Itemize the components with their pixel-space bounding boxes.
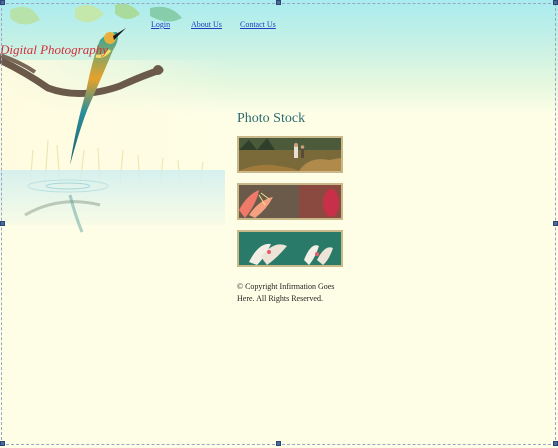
- resize-handle-top-left[interactable]: [0, 0, 5, 5]
- resize-handle-middle-left[interactable]: [0, 221, 5, 226]
- nav-link-login[interactable]: Login: [151, 20, 170, 29]
- hikers-photo-icon: [239, 138, 341, 171]
- site-title: Digital Photography: [0, 42, 108, 57]
- photo-thumbnail-white-flowers[interactable]: [237, 230, 343, 267]
- photo-thumbnail-lily[interactable]: [237, 183, 343, 220]
- nav-link-about-us[interactable]: About Us: [191, 20, 222, 29]
- resize-handle-bottom-center[interactable]: [276, 441, 281, 446]
- nav-link-contact-us[interactable]: Contact Us: [240, 20, 276, 29]
- lily-photo-icon: [239, 185, 341, 218]
- resize-handle-top-right[interactable]: [553, 0, 558, 5]
- resize-handle-bottom-left[interactable]: [0, 441, 5, 446]
- top-nav: Login About Us Contact Us: [0, 20, 558, 34]
- copyright-text: © Copyright Infirmation Goes Here. All R…: [237, 282, 335, 303]
- resize-handle-middle-right[interactable]: [553, 221, 558, 226]
- section-heading-photo-stock: Photo Stock: [237, 111, 306, 126]
- page-canvas: Login About Us Contact Us Digital Photog…: [0, 0, 558, 448]
- resize-handle-bottom-right[interactable]: [553, 441, 558, 446]
- resize-handle-top-center[interactable]: [276, 0, 281, 5]
- photo-thumbnail-hikers[interactable]: [237, 136, 343, 173]
- white-flowers-photo-icon: [239, 232, 341, 265]
